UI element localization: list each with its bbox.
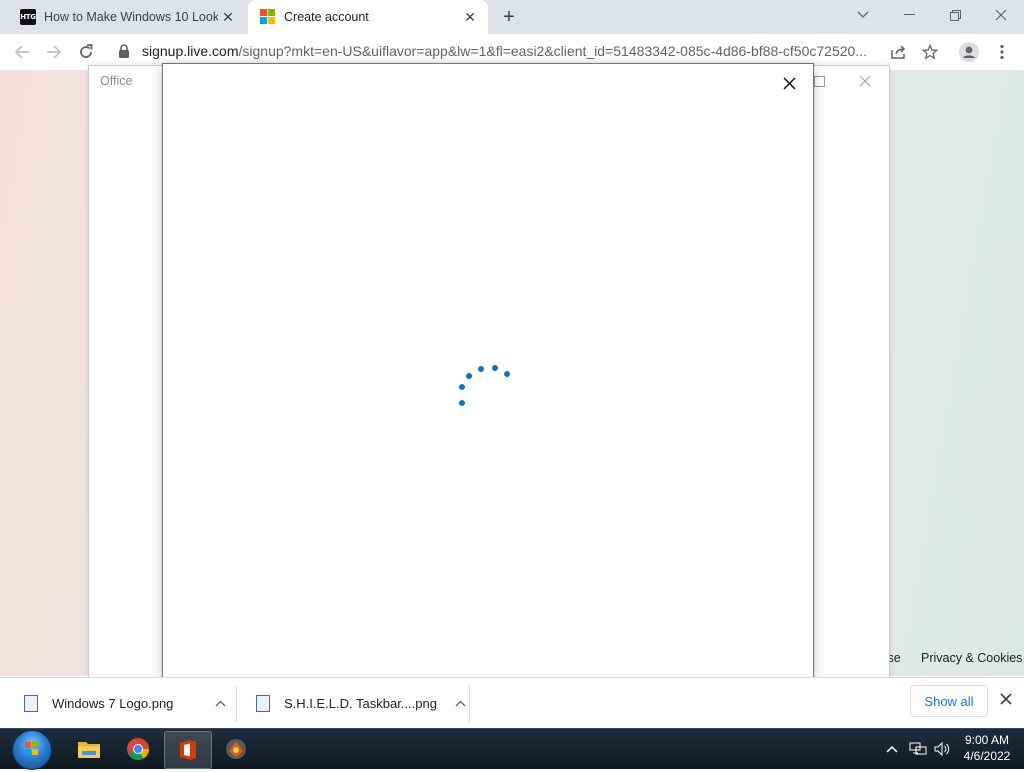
image-file-icon [24,695,38,712]
new-tab-button[interactable]: + [498,6,520,28]
reload-icon[interactable] [72,38,100,66]
download-shelf: Windows 7 Logo.png S.H.I.E.L.D. Taskbar.… [0,677,1024,729]
bookmark-star-icon[interactable] [916,38,944,66]
htg-icon: HTG [20,9,36,25]
office-close-icon[interactable] [856,72,874,90]
tab-search-icon[interactable] [840,0,886,30]
tab-create-account[interactable]: Create account ✕ [248,0,488,34]
show-all-button[interactable]: Show all [910,685,988,717]
tab-htg-article[interactable]: HTG How to Make Windows 10 Look ✕ [8,0,246,34]
tab-title: How to Make Windows 10 Look [44,10,218,24]
network-icon[interactable] [909,729,927,769]
app-icon[interactable] [213,731,259,767]
office-window-title: Office [100,74,133,88]
close-icon[interactable] [779,73,799,93]
office-icon[interactable] [164,731,212,769]
share-icon[interactable] [884,38,912,66]
spinner-dot [459,400,465,406]
restore-button[interactable] [932,0,978,30]
divider [469,686,470,722]
tab-title: Create account [284,10,369,24]
create-account-dialog [162,63,814,698]
clock-date: 4/6/2022 [963,749,1011,763]
url-host: signup.live.com [142,43,239,59]
show-hidden-icons-icon[interactable] [886,729,898,769]
system-clock[interactable]: 9:00 AM 4/6/2022 [958,732,1016,764]
lock-icon[interactable] [118,44,130,58]
chrome-icon[interactable] [115,731,161,767]
windows-taskbar: 9:00 AM 4/6/2022 [0,728,1024,770]
download-filename: S.H.I.E.L.D. Taskbar....png [284,696,437,711]
start-orb-icon[interactable] [12,730,52,770]
address-bar[interactable]: signup.live.com/signup?mkt=en-US&uiflavo… [142,43,882,59]
clock-time: 9:00 AM [964,733,1010,747]
tab-strip: HTG How to Make Windows 10 Look ✕ Create… [0,0,1024,34]
microsoft-logo-icon [260,9,276,25]
download-item[interactable]: Windows 7 Logo.png [24,678,226,729]
menu-kebab-icon[interactable] [988,38,1016,66]
url-path: /signup?mkt=en-US&uiflavor=app&lw=1&fl=e… [238,43,867,59]
spinner-dot [478,366,484,372]
spinner-dot [492,365,498,371]
spinner-dot [504,371,510,377]
tab-close-icon[interactable]: ✕ [218,7,238,27]
file-explorer-icon[interactable] [66,731,112,767]
minimize-button[interactable] [886,0,932,30]
chevron-up-icon[interactable] [215,700,226,707]
close-window-button[interactable] [978,0,1024,30]
loading-spinner [453,364,513,414]
chevron-up-icon[interactable] [455,700,466,707]
download-item[interactable]: S.H.I.E.L.D. Taskbar....png [256,678,466,729]
image-file-icon [256,695,270,712]
profile-avatar-icon[interactable] [955,38,983,66]
spinner-dot [466,373,472,379]
back-icon[interactable] [8,38,36,66]
tab-close-icon[interactable]: ✕ [460,7,480,27]
close-shelf-icon[interactable] [996,689,1016,709]
volume-icon[interactable] [933,729,951,769]
divider [236,686,237,722]
spinner-dot [459,384,465,390]
download-filename: Windows 7 Logo.png [52,696,174,711]
forward-icon[interactable] [40,38,68,66]
privacy-cookies-link[interactable]: Privacy & Cookies [921,651,1022,665]
